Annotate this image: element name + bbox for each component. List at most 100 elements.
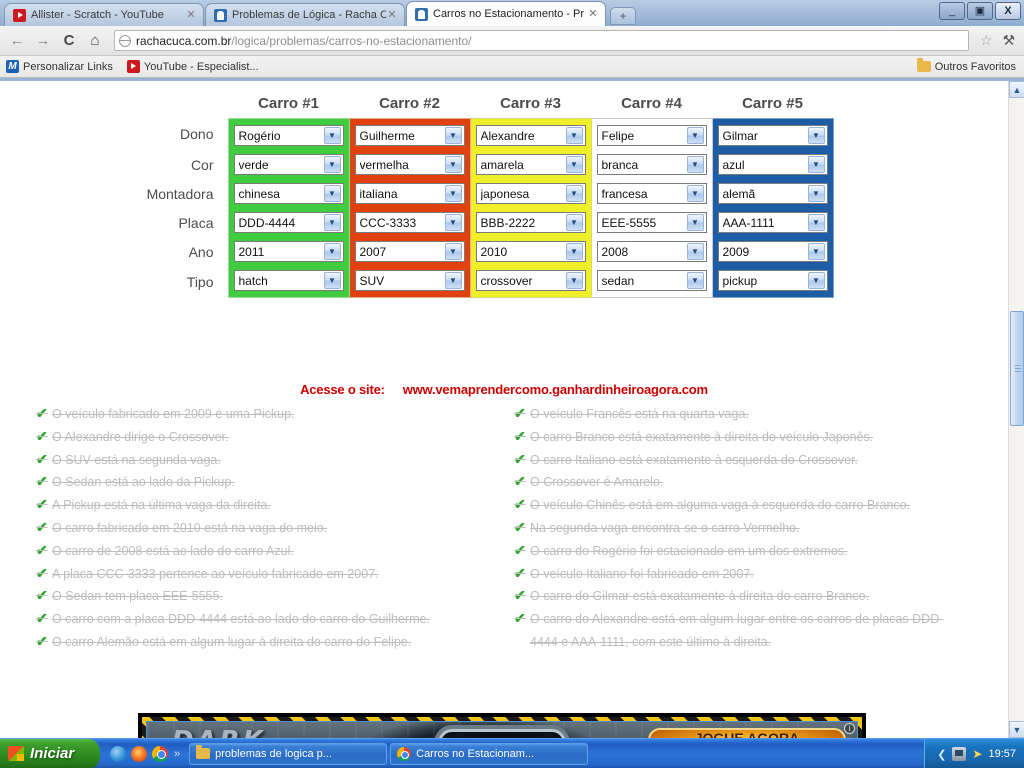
wrench-menu-icon[interactable]: ⚒ [999,32,1018,49]
select-ano-carro4[interactable]: 2008 ▼ [596,241,707,262]
home-icon[interactable]: ⌂ [84,30,106,52]
list-item[interactable]: ✔ O veículo fabricado em 2009 é uma Picku… [36,403,504,426]
chevron-down-icon[interactable]: ▼ [565,156,583,173]
select-cor-carro5[interactable]: azul ▼ [717,154,828,175]
forward-icon[interactable]: → [32,30,54,52]
select-tipo-carro3[interactable]: crossover ▼ [475,270,586,291]
chevron-down-icon[interactable]: ▼ [686,214,704,231]
scroll-down-icon[interactable]: ▼ [1009,721,1024,738]
tab-allister-scratch-youtube[interactable]: Allister - Scratch - YouTube ✕ [4,3,204,26]
chevron-down-icon[interactable]: ▼ [565,214,583,231]
site-promo-url[interactable]: www.vemaprendercomo.ganhardinheiroagora.… [403,382,708,397]
ad-cta-button[interactable]: JOGUE AGORA DE GRAÇA [647,727,847,738]
list-item[interactable]: ✔ O veículo Chinês está em alguma vaga à … [514,494,1008,517]
select-placa-carro1[interactable]: DDD-4444 ▼ [233,212,344,233]
bookmark-star-icon[interactable]: ☆ [977,32,996,49]
chevron-down-icon[interactable]: ▼ [323,185,341,202]
list-item[interactable]: ✔ O veículo Italiano foi fabricado em 200… [514,563,1008,586]
taskbar-item-carros-no-estacionamento[interactable]: Carros no Estacionam... [390,742,589,765]
chevron-down-icon[interactable]: ▼ [565,127,583,144]
list-item[interactable]: ✔ O carro do Alexandre está em algum luga… [514,608,1008,654]
chevron-down-icon[interactable]: ▼ [565,243,583,260]
chevron-down-icon[interactable]: ▼ [444,156,462,173]
select-tipo-carro5[interactable]: pickup ▼ [717,270,828,291]
chevron-down-icon[interactable]: ▼ [565,185,583,202]
chevron-down-icon[interactable]: ▼ [686,185,704,202]
select-tipo-carro1[interactable]: hatch ▼ [233,270,344,291]
select-cor-carro3[interactable]: amarela ▼ [475,154,586,175]
tab-close-icon[interactable]: ✕ [185,10,197,21]
chevron-down-icon[interactable]: ▼ [807,156,825,173]
select-cor-carro2[interactable]: vermelha ▼ [354,154,465,175]
ad-info-icon[interactable]: i [844,723,855,734]
select-ano-carro5[interactable]: 2009 ▼ [717,241,828,262]
chevron-down-icon[interactable]: ▼ [686,156,704,173]
select-ano-carro3[interactable]: 2010 ▼ [475,241,586,262]
chevron-down-icon[interactable]: ▼ [323,156,341,173]
list-item[interactable]: ✔ O carro Alemão está em algum lugar à di… [36,631,504,654]
chevron-down-icon[interactable]: ▼ [444,243,462,260]
select-montadora-carro5[interactable]: alemã ▼ [717,183,828,204]
chevron-down-icon[interactable]: ▼ [444,185,462,202]
close-button[interactable]: X [995,2,1021,20]
tab-carros-no-estacionamento[interactable]: Carros no Estacionamento - Pr ✕ [406,1,606,26]
select-montadora-carro1[interactable]: chinesa ▼ [233,183,344,204]
select-montadora-carro2[interactable]: italiana ▼ [354,183,465,204]
chevron-down-icon[interactable]: ▼ [807,127,825,144]
internet-explorer-icon[interactable] [110,745,126,762]
chevron-down-icon[interactable]: ▼ [565,272,583,289]
chrome-icon[interactable] [152,745,168,762]
chevron-down-icon[interactable]: ▼ [323,243,341,260]
select-placa-carro2[interactable]: CCC-3333 ▼ [354,212,465,233]
scrollbar-thumb[interactable] [1010,311,1024,426]
chevron-down-icon[interactable]: ▼ [686,243,704,260]
list-item[interactable]: ✔ O carro fabricado em 2010 está na vaga … [36,517,504,540]
taskbar-item-problemas-de-logica[interactable]: problemas de logica p... [189,742,388,765]
reload-icon[interactable]: C [58,30,80,52]
select-montadora-carro4[interactable]: francesa ▼ [596,183,707,204]
chevron-down-icon[interactable]: ▼ [807,272,825,289]
other-bookmarks-folder[interactable]: Outros Favoritos [916,58,1016,73]
select-tipo-carro4[interactable]: sedan ▼ [596,270,707,291]
chevron-down-icon[interactable]: ▼ [323,127,341,144]
list-item[interactable]: ✔ O Crossover é Amarelo. [514,471,1008,494]
list-item[interactable]: ✔ O carro de 2008 está ao lado do carro A… [36,540,504,563]
chevron-down-icon[interactable]: ▼ [323,272,341,289]
select-placa-carro5[interactable]: AAA-1111 ▼ [717,212,828,233]
ad-banner-darkorbit[interactable]: DARK ORBIT JOGUE AGORA DE GRAÇA Jogo mul… [138,713,866,738]
clock[interactable]: 19:57 [988,748,1016,760]
start-button[interactable]: Iniciar [0,738,100,768]
chevron-down-icon[interactable]: ▼ [807,243,825,260]
list-item[interactable]: ✔ O carro Branco está exatamente à direit… [514,426,1008,449]
list-item[interactable]: ✔ A placa CCC-3333 pertence ao veículo fa… [36,563,504,586]
bookmark-personalizar-links[interactable]: M Personalizar Links [6,60,113,73]
list-item[interactable]: ✔ O carro Italiano está exatamente à esqu… [514,449,1008,472]
select-placa-carro3[interactable]: BBB-2222 ▼ [475,212,586,233]
list-item[interactable]: ✔ O SUV está na segunda vaga. [36,449,504,472]
chevron-down-icon[interactable]: ▼ [807,214,825,231]
list-item[interactable]: ✔ O Sedan tem placa EEE-5555. [36,585,504,608]
chevron-down-icon[interactable]: ▼ [686,127,704,144]
chevron-down-icon[interactable]: ▼ [444,272,462,289]
chevron-down-icon[interactable]: ▼ [323,214,341,231]
list-item[interactable]: ✔ A Pickup está na última vaga da direita… [36,494,504,517]
select-dono-carro3[interactable]: Alexandre ▼ [475,125,586,146]
select-dono-carro1[interactable]: Rogério ▼ [233,125,344,146]
tab-close-icon[interactable]: ✕ [386,10,398,21]
chevron-right-icon[interactable]: » [174,748,180,760]
select-dono-carro2[interactable]: Guilherme ▼ [354,125,465,146]
minimize-button[interactable]: _ [939,2,965,20]
select-dono-carro5[interactable]: Gilmar ▼ [717,125,828,146]
list-item[interactable]: ✔ Na segunda vaga encontra-se o carro Ver… [514,517,1008,540]
list-item[interactable]: ✔ O carro com a placa DDD-4444 está ao la… [36,608,504,631]
back-icon[interactable]: ← [6,30,28,52]
select-montadora-carro3[interactable]: japonesa ▼ [475,183,586,204]
network-icon[interactable] [952,747,967,761]
tab-close-icon[interactable]: ✕ [587,9,599,20]
list-item[interactable]: ✔ O carro do Rogério foi estacionado em u… [514,540,1008,563]
select-ano-carro2[interactable]: 2007 ▼ [354,241,465,262]
select-cor-carro4[interactable]: branca ▼ [596,154,707,175]
select-cor-carro1[interactable]: verde ▼ [233,154,344,175]
chevron-down-icon[interactable]: ▼ [686,272,704,289]
tray-expand-icon[interactable]: ❮ [937,748,946,761]
